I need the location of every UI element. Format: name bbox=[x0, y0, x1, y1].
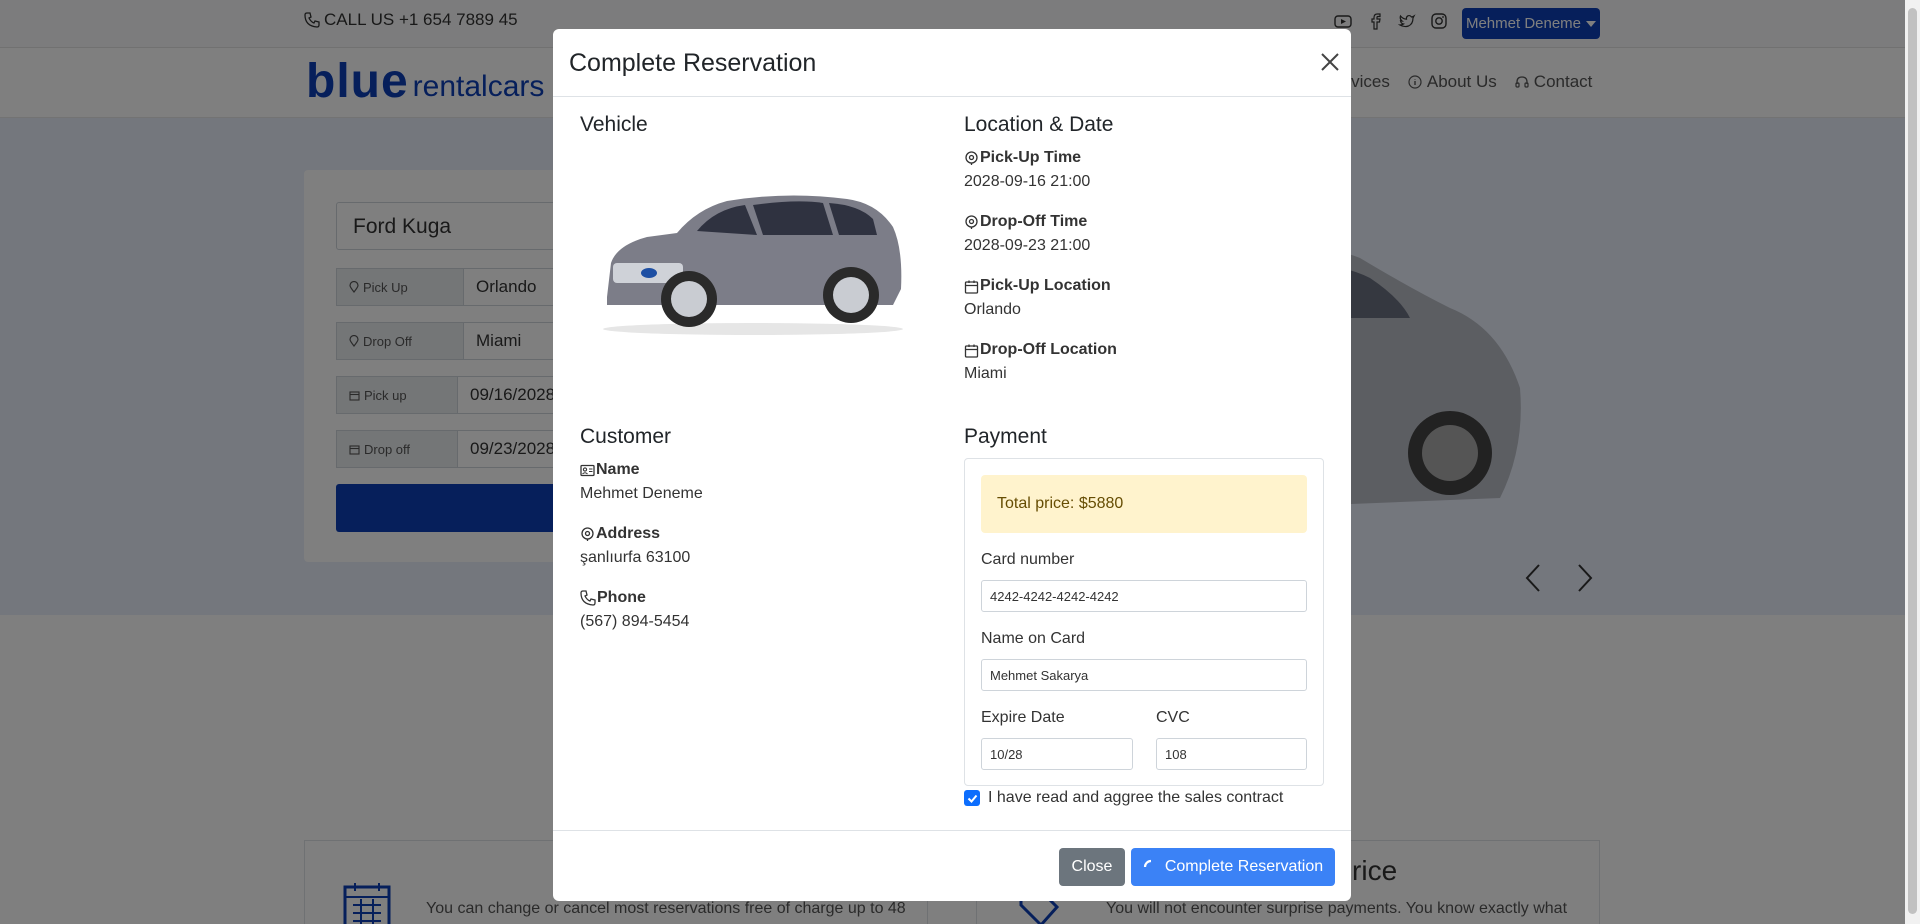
agree-checkbox[interactable] bbox=[964, 790, 980, 806]
payment-title: Payment bbox=[964, 425, 1047, 448]
pickup-location-value: Orlando bbox=[964, 301, 1021, 318]
customer-address-label: Address bbox=[580, 525, 660, 543]
page-scrollbar[interactable] bbox=[1905, 0, 1920, 924]
complete-reservation-modal: Complete Reservation Vehicle Location & … bbox=[553, 29, 1351, 901]
spinner-icon bbox=[1143, 859, 1152, 868]
expire-date-label: Expire Date bbox=[981, 709, 1065, 726]
id-card-icon bbox=[580, 464, 595, 476]
dropoff-time-label: Drop-Off Time bbox=[964, 213, 1087, 231]
name-on-card-label: Name on Card bbox=[981, 630, 1086, 647]
close-icon[interactable] bbox=[1319, 51, 1341, 73]
customer-phone-label: Phone bbox=[580, 589, 646, 607]
cvc-input[interactable]: 108 bbox=[1156, 738, 1307, 770]
vehicle-image bbox=[603, 195, 903, 335]
dropoff-time-value: 2028-09-23 21:00 bbox=[964, 237, 1091, 254]
customer-phone-label-text: Phone bbox=[597, 589, 646, 606]
total-price-alert: Total price: $5880 bbox=[981, 475, 1307, 533]
map-pin-icon bbox=[581, 526, 594, 541]
dropoff-location-label: Drop-Off Location bbox=[964, 341, 1117, 359]
pickup-location-label-text: Pick-Up Location bbox=[980, 277, 1111, 294]
dropoff-location-label-text: Drop-Off Location bbox=[980, 341, 1117, 358]
modal-footer: Close Complete Reservation bbox=[553, 830, 1351, 901]
location-date-title: Location & Date bbox=[964, 113, 1114, 136]
pickup-time-value: 2028-09-16 21:00 bbox=[964, 173, 1091, 190]
pickup-time-label: Pick-Up Time bbox=[964, 149, 1081, 167]
map-pin-icon bbox=[965, 214, 978, 229]
dropoff-time-label-text: Drop-Off Time bbox=[980, 213, 1088, 230]
customer-name-value: Mehmet Deneme bbox=[580, 485, 703, 502]
card-number-label: Card number bbox=[981, 551, 1075, 568]
payment-form: Total price: $5880 Card number 4242-4242… bbox=[964, 458, 1324, 786]
scrollbar-thumb[interactable] bbox=[1908, 8, 1917, 914]
complete-reservation-label: Complete Reservation bbox=[1164, 858, 1324, 875]
expire-date-input[interactable]: 10/28 bbox=[981, 738, 1133, 770]
dropoff-location-value: Miami bbox=[964, 365, 1007, 382]
map-pin-icon bbox=[965, 150, 978, 165]
complete-reservation-button[interactable]: Complete Reservation bbox=[1131, 848, 1335, 886]
name-on-card-input[interactable]: Mehmet Sakarya bbox=[981, 659, 1307, 691]
modal-header: Complete Reservation bbox=[553, 29, 1351, 97]
close-button[interactable]: Close bbox=[1059, 848, 1125, 886]
modal-title: Complete Reservation bbox=[569, 49, 817, 77]
customer-name-label: Name bbox=[580, 461, 640, 479]
pickup-location-label: Pick-Up Location bbox=[964, 277, 1111, 295]
customer-address-label-text: Address bbox=[596, 525, 661, 542]
phone-icon bbox=[580, 590, 596, 606]
checkmark-icon bbox=[967, 794, 977, 803]
vehicle-title: Vehicle bbox=[580, 113, 648, 136]
pickup-time-label-text: Pick-Up Time bbox=[980, 149, 1082, 166]
customer-phone-value: (567) 894-5454 bbox=[580, 613, 690, 630]
calendar-icon bbox=[964, 280, 979, 294]
sales-contract-agreement: I have read and aggree the sales contrac… bbox=[964, 789, 1283, 807]
customer-title: Customer bbox=[580, 425, 672, 448]
cvc-label: CVC bbox=[1156, 709, 1190, 726]
customer-address-value: şanlıurfa 63100 bbox=[580, 549, 691, 566]
card-number-input[interactable]: 4242-4242-4242-4242 bbox=[981, 580, 1307, 612]
calendar-icon bbox=[964, 344, 979, 358]
customer-name-label-text: Name bbox=[596, 461, 640, 478]
agree-label: I have read and aggree the sales contrac… bbox=[988, 789, 1284, 806]
